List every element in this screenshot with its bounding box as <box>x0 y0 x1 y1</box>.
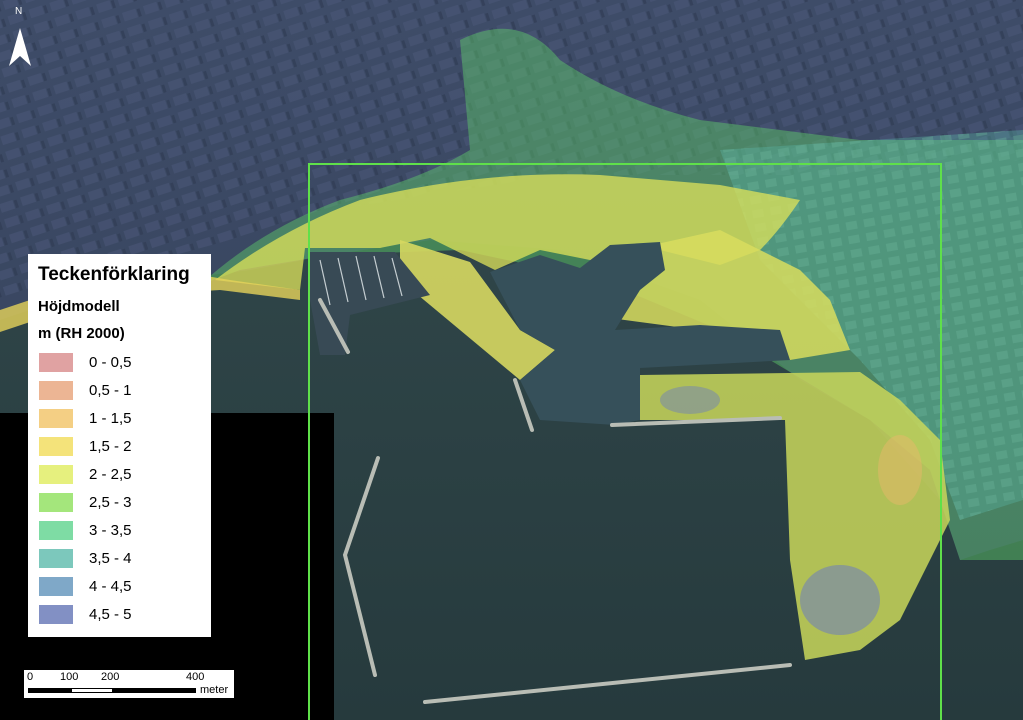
legend-item-label: 2,5 - 3 <box>89 493 132 511</box>
legend-swatch <box>39 576 73 596</box>
legend-item: 0,5 - 1 <box>38 376 201 404</box>
north-arrow-icon <box>9 28 31 66</box>
north-arrow: N <box>5 6 35 68</box>
legend-item-label: 4 - 4,5 <box>89 577 132 595</box>
legend-title: Teckenförklaring <box>38 264 190 285</box>
legend-unit: m (RH 2000) <box>38 325 125 342</box>
legend-item-label: 3,5 - 4 <box>89 549 132 567</box>
scale-tick-0: 0 <box>27 671 34 683</box>
legend-item: 3,5 - 4 <box>38 544 201 572</box>
legend-item: 4 - 4,5 <box>38 572 201 600</box>
legend-item-label: 1 - 1,5 <box>89 409 132 427</box>
scale-tick-400: 400 <box>186 671 205 683</box>
legend-swatch <box>39 520 73 540</box>
legend-item-label: 1,5 - 2 <box>89 437 132 455</box>
legend-item: 4,5 - 5 <box>38 600 201 628</box>
legend-item-label: 0,5 - 1 <box>89 381 132 399</box>
scale-bar: 0 100 200 400 meter <box>24 670 234 698</box>
legend-swatch <box>39 548 73 568</box>
legend-item-label: 4,5 - 5 <box>89 605 132 623</box>
legend-swatch <box>39 408 73 428</box>
raised-area <box>878 435 922 505</box>
legend-swatch <box>39 436 73 456</box>
legend-item: 3 - 3,5 <box>38 516 201 544</box>
scale-unit: meter <box>200 684 229 696</box>
scale-segment-2 <box>72 688 112 693</box>
legend-item-label: 3 - 3,5 <box>89 521 132 539</box>
scale-segment-1 <box>28 688 72 693</box>
legend-item: 1 - 1,5 <box>38 404 201 432</box>
low-area-blue-2 <box>660 386 720 414</box>
scale-tick-200: 200 <box>101 671 120 683</box>
legend-items: 0 - 0,5 0,5 - 1 1 - 1,5 1,5 - 2 2 - 2,5 2,5 -… <box>38 348 201 628</box>
legend-item-label: 2 - 2,5 <box>89 465 132 483</box>
legend-item-label: 0 - 0,5 <box>89 353 132 371</box>
legend-subtitle: Höjdmodell <box>38 298 120 315</box>
legend-swatch <box>39 464 73 484</box>
legend-item: 2,5 - 3 <box>38 488 201 516</box>
legend-item: 1,5 - 2 <box>38 432 201 460</box>
legend-swatch <box>39 604 73 624</box>
scale-tick-100: 100 <box>60 671 79 683</box>
legend-swatch <box>39 380 73 400</box>
legend-swatch <box>39 352 73 372</box>
legend-swatch <box>39 492 73 512</box>
legend-item: 2 - 2,5 <box>38 460 201 488</box>
low-area-blue <box>800 565 880 635</box>
legend-item: 0 - 0,5 <box>38 348 201 376</box>
scale-segment-3 <box>112 688 196 693</box>
legend: Teckenförklaring Höjdmodell m (RH 2000) … <box>28 254 211 637</box>
